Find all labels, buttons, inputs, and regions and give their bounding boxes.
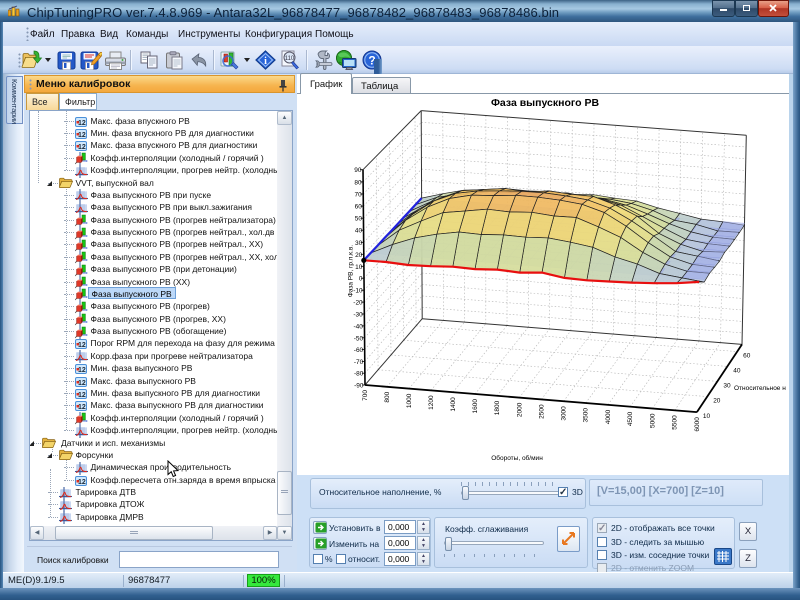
- svg-text:-10: -10: [353, 288, 363, 295]
- svg-text:110: 110: [284, 56, 294, 62]
- svg-text:5000: 5000: [649, 413, 656, 428]
- svg-text:-50: -50: [354, 335, 364, 342]
- svg-text:60: 60: [743, 353, 751, 360]
- svg-text:-40: -40: [353, 323, 363, 330]
- svg-text:2500: 2500: [538, 404, 545, 419]
- svg-text:-80: -80: [354, 371, 364, 378]
- svg-text:12: 12: [78, 404, 86, 411]
- svg-text:i: i: [264, 56, 267, 67]
- svg-text:30: 30: [723, 382, 731, 389]
- svg-text:20: 20: [355, 252, 363, 259]
- svg-text:90: 90: [354, 167, 362, 174]
- svg-text:3500: 3500: [583, 408, 590, 423]
- svg-text:12: 12: [78, 367, 86, 374]
- svg-text:12: 12: [78, 392, 86, 399]
- svg-text:10: 10: [703, 413, 711, 420]
- svg-text:1400: 1400: [450, 397, 457, 412]
- svg-text:40: 40: [733, 367, 741, 374]
- svg-text:12: 12: [78, 479, 86, 486]
- svg-text:800: 800: [384, 391, 391, 402]
- svg-text:Относительное н: Относительное н: [734, 385, 786, 392]
- svg-text:-30: -30: [353, 312, 363, 319]
- svg-text:0: 0: [359, 276, 363, 283]
- svg-text:Обороты, об/мин: Обороты, об/мин: [491, 454, 543, 462]
- svg-text:12: 12: [78, 380, 86, 387]
- svg-text:2000: 2000: [516, 402, 523, 417]
- svg-text:70: 70: [354, 192, 362, 199]
- svg-text:700: 700: [362, 390, 369, 401]
- svg-text:40: 40: [355, 228, 363, 235]
- svg-text:-90: -90: [354, 383, 364, 390]
- svg-text:1600: 1600: [472, 399, 479, 414]
- svg-text:6000: 6000: [694, 417, 701, 432]
- svg-text:4000: 4000: [605, 409, 612, 424]
- svg-text:1800: 1800: [494, 400, 501, 415]
- svg-text:-20: -20: [353, 300, 363, 307]
- svg-text:-70: -70: [354, 359, 364, 366]
- svg-text:10: 10: [355, 264, 363, 271]
- svg-text:60: 60: [355, 204, 363, 211]
- svg-text:1000: 1000: [406, 393, 413, 408]
- svg-text:12: 12: [78, 132, 86, 139]
- svg-text:12: 12: [78, 120, 86, 127]
- svg-text:4500: 4500: [627, 411, 634, 426]
- svg-text:-60: -60: [354, 347, 364, 354]
- svg-text:12: 12: [78, 144, 86, 151]
- svg-text:30: 30: [355, 240, 363, 247]
- svg-text:20: 20: [713, 398, 721, 405]
- svg-text:12: 12: [78, 342, 86, 349]
- svg-text:Фаза РВ, гр.п.к.в.: Фаза РВ, гр.п.к.в.: [348, 245, 355, 297]
- svg-text:50: 50: [355, 216, 363, 223]
- svg-text:1200: 1200: [428, 395, 435, 410]
- svg-text:80: 80: [354, 179, 362, 186]
- svg-text:Фаза выпускного РВ: Фаза выпускного РВ: [491, 97, 600, 109]
- svg-text:5500: 5500: [672, 415, 679, 430]
- svg-text:3000: 3000: [561, 406, 568, 421]
